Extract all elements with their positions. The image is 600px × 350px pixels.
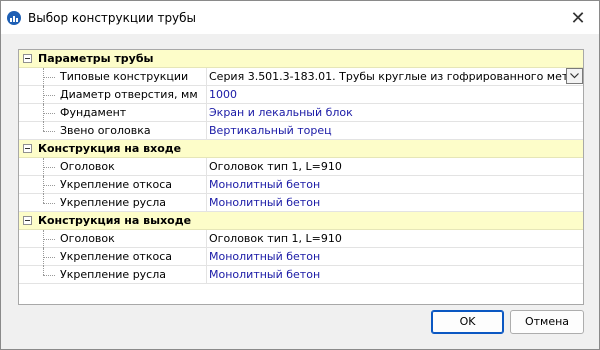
property-name: Оголовок xyxy=(60,160,115,173)
property-name: Типовые конструкции xyxy=(60,70,189,83)
property-value[interactable]: Экран и лекальный блок xyxy=(206,104,583,121)
property-value[interactable]: 1000 xyxy=(206,86,583,103)
category-pipe-params[interactable]: Параметры трубы xyxy=(19,50,583,68)
property-row[interactable]: Оголовок Оголовок тип 1, L=910 xyxy=(19,230,583,248)
cancel-button[interactable]: Отмена xyxy=(510,310,584,334)
property-name: Диаметр отверстия, мм xyxy=(60,88,198,101)
ok-button[interactable]: OK xyxy=(431,310,504,334)
tree-line-icon xyxy=(43,86,57,104)
property-row[interactable]: Типовые конструкции Серия 3.501.3-183.01… xyxy=(19,68,583,86)
chevron-down-icon xyxy=(570,73,579,79)
property-value[interactable]: Оголовок тип 1, L=910 xyxy=(206,158,583,175)
property-name: Укрепление откоса xyxy=(60,178,172,191)
property-value[interactable]: Монолитный бетон xyxy=(206,248,583,265)
collapse-icon[interactable] xyxy=(23,144,32,153)
property-row[interactable]: Укрепление русла Монолитный бетон xyxy=(19,194,583,212)
tree-line-icon xyxy=(43,248,57,266)
property-row[interactable]: Диаметр отверстия, мм 1000 xyxy=(19,86,583,104)
tree-line-icon xyxy=(43,266,57,284)
property-row[interactable]: Фундамент Экран и лекальный блок xyxy=(19,104,583,122)
property-value[interactable]: Вертикальный торец xyxy=(206,122,583,139)
property-value[interactable]: Оголовок тип 1, L=910 xyxy=(206,230,583,247)
property-row[interactable]: Звено оголовка Вертикальный торец xyxy=(19,122,583,140)
property-grid[interactable]: Параметры трубы Типовые конструкции Сери… xyxy=(18,49,584,305)
tree-line-icon xyxy=(43,194,57,212)
dialog-window: Выбор конструкции трубы ✕ Параметры труб… xyxy=(0,0,600,350)
dropdown-button[interactable] xyxy=(566,68,583,84)
collapse-icon[interactable] xyxy=(23,216,32,225)
tree-line-icon xyxy=(43,176,57,194)
category-label: Конструкция на выходе xyxy=(38,214,192,227)
tree-line-icon xyxy=(43,68,57,86)
property-name: Укрепление русла xyxy=(60,268,167,281)
title-bar[interactable]: Выбор конструкции трубы ✕ xyxy=(1,1,599,34)
collapse-icon[interactable] xyxy=(23,54,32,63)
app-logo-icon xyxy=(7,11,21,25)
property-name: Укрепление русла xyxy=(60,196,167,209)
property-value[interactable]: Монолитный бетон xyxy=(206,266,583,283)
property-row[interactable]: Укрепление откоса Монолитный бетон xyxy=(19,176,583,194)
property-value[interactable]: Монолитный бетон xyxy=(206,194,583,211)
close-button[interactable]: ✕ xyxy=(563,5,593,31)
standard-design-combobox[interactable]: Серия 3.501.3-183.01. Трубы круглые из г… xyxy=(206,68,583,85)
tree-line-icon xyxy=(43,230,57,248)
property-row[interactable]: Оголовок Оголовок тип 1, L=910 xyxy=(19,158,583,176)
property-value: Серия 3.501.3-183.01. Трубы круглые из г… xyxy=(209,70,583,83)
property-value[interactable]: Монолитный бетон xyxy=(206,176,583,193)
category-outlet[interactable]: Конструкция на выходе xyxy=(19,212,583,230)
property-name: Звено оголовка xyxy=(60,124,151,137)
tree-line-icon xyxy=(43,158,57,176)
category-label: Параметры трубы xyxy=(38,52,154,65)
property-row[interactable]: Укрепление русла Монолитный бетон xyxy=(19,266,583,284)
tree-line-icon xyxy=(43,122,57,140)
tree-line-icon xyxy=(43,104,57,122)
property-name: Фундамент xyxy=(60,106,127,119)
property-row[interactable]: Укрепление откоса Монолитный бетон xyxy=(19,248,583,266)
close-icon: ✕ xyxy=(570,7,586,29)
property-name: Укрепление откоса xyxy=(60,250,172,263)
category-label: Конструкция на входе xyxy=(38,142,182,155)
window-title: Выбор конструкции трубы xyxy=(28,11,197,25)
category-inlet[interactable]: Конструкция на входе xyxy=(19,140,583,158)
property-name: Оголовок xyxy=(60,232,115,245)
